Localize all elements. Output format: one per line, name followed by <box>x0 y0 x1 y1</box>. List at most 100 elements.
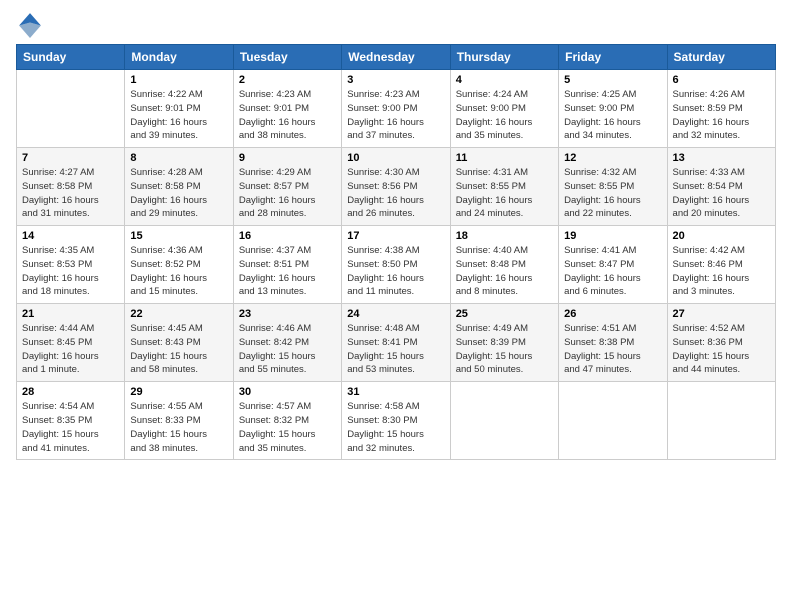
day-info: Sunrise: 4:35 AMSunset: 8:53 PMDaylight:… <box>22 244 119 299</box>
day-number: 2 <box>239 74 336 86</box>
day-cell-w3-d7: 20 Sunrise: 4:42 AMSunset: 8:46 PMDayligh… <box>667 226 775 304</box>
day-number: 10 <box>347 152 444 164</box>
day-cell-w2-d7: 13 Sunrise: 4:33 AMSunset: 8:54 PMDayligh… <box>667 148 775 226</box>
day-cell-w5-d7 <box>667 382 775 460</box>
col-tuesday: Tuesday <box>233 45 341 70</box>
day-cell-w1-d2: 1Sunrise: 4:22 AMSunset: 9:01 PMDaylight… <box>125 70 233 148</box>
day-cell-w1-d5: 4 Sunrise: 4:24 AMSunset: 9:00 PMDaylight… <box>450 70 558 148</box>
day-info: Sunrise: 4:36 AMSunset: 8:52 PMDaylight:… <box>130 244 227 299</box>
week-row-5: 28Sunrise: 4:54 AMSunset: 8:35 PMDayligh… <box>17 382 776 460</box>
day-cell-w3-d1: 14 Sunrise: 4:35 AMSunset: 8:53 PMDayligh… <box>17 226 125 304</box>
day-cell-w2-d5: 11 Sunrise: 4:31 AMSunset: 8:55 PMDayligh… <box>450 148 558 226</box>
day-number: 22 <box>130 308 227 320</box>
day-info: Sunrise: 4:41 AMSunset: 8:47 PMDaylight:… <box>564 244 661 299</box>
day-number: 8 <box>130 152 227 164</box>
day-cell-w5-d6 <box>559 382 667 460</box>
day-info: Sunrise: 4:40 AMSunset: 8:48 PMDaylight:… <box>456 244 553 299</box>
day-cell-w2-d4: 10 Sunrise: 4:30 AMSunset: 8:56 PMDayligh… <box>342 148 450 226</box>
day-cell-w2-d6: 12 Sunrise: 4:32 AMSunset: 8:55 PMDayligh… <box>559 148 667 226</box>
day-cell-w5-d4: 31Sunrise: 4:58 AMSunset: 8:30 PMDayligh… <box>342 382 450 460</box>
day-info: Sunrise: 4:46 AMSunset: 8:42 PMDaylight:… <box>239 322 336 377</box>
day-info: Sunrise: 4:27 AMSunset: 8:58 PMDaylight:… <box>22 166 119 221</box>
day-cell-w3-d4: 17 Sunrise: 4:38 AMSunset: 8:50 PMDayligh… <box>342 226 450 304</box>
day-number: 11 <box>456 152 553 164</box>
day-cell-w5-d1: 28Sunrise: 4:54 AMSunset: 8:35 PMDayligh… <box>17 382 125 460</box>
header <box>16 10 776 38</box>
day-cell-w1-d6: 5 Sunrise: 4:25 AMSunset: 9:00 PMDaylight… <box>559 70 667 148</box>
day-number: 30 <box>239 386 336 398</box>
day-info: Sunrise: 4:42 AMSunset: 8:46 PMDaylight:… <box>673 244 770 299</box>
col-sunday: Sunday <box>17 45 125 70</box>
day-number: 20 <box>673 230 770 242</box>
logo <box>16 10 48 38</box>
day-info: Sunrise: 4:24 AMSunset: 9:00 PMDaylight:… <box>456 88 553 143</box>
day-number: 31 <box>347 386 444 398</box>
day-info: Sunrise: 4:29 AMSunset: 8:57 PMDaylight:… <box>239 166 336 221</box>
day-info: Sunrise: 4:57 AMSunset: 8:32 PMDaylight:… <box>239 400 336 455</box>
day-number: 3 <box>347 74 444 86</box>
calendar-header-row: Sunday Monday Tuesday Wednesday Thursday… <box>17 45 776 70</box>
calendar-table: Sunday Monday Tuesday Wednesday Thursday… <box>16 44 776 460</box>
day-info: Sunrise: 4:52 AMSunset: 8:36 PMDaylight:… <box>673 322 770 377</box>
page: Sunday Monday Tuesday Wednesday Thursday… <box>0 0 792 612</box>
week-row-3: 14 Sunrise: 4:35 AMSunset: 8:53 PMDayligh… <box>17 226 776 304</box>
day-info: Sunrise: 4:38 AMSunset: 8:50 PMDaylight:… <box>347 244 444 299</box>
day-info: Sunrise: 4:55 AMSunset: 8:33 PMDaylight:… <box>130 400 227 455</box>
col-thursday: Thursday <box>450 45 558 70</box>
day-number: 12 <box>564 152 661 164</box>
day-cell-w4-d3: 23 Sunrise: 4:46 AMSunset: 8:42 PMDayligh… <box>233 304 341 382</box>
col-wednesday: Wednesday <box>342 45 450 70</box>
day-info: Sunrise: 4:49 AMSunset: 8:39 PMDaylight:… <box>456 322 553 377</box>
day-info: Sunrise: 4:25 AMSunset: 9:00 PMDaylight:… <box>564 88 661 143</box>
day-cell-w1-d1 <box>17 70 125 148</box>
day-number: 13 <box>673 152 770 164</box>
week-row-1: 1Sunrise: 4:22 AMSunset: 9:01 PMDaylight… <box>17 70 776 148</box>
day-cell-w3-d6: 19Sunrise: 4:41 AMSunset: 8:47 PMDayligh… <box>559 226 667 304</box>
day-number: 29 <box>130 386 227 398</box>
day-number: 24 <box>347 308 444 320</box>
day-number: 7 <box>22 152 119 164</box>
day-number: 28 <box>22 386 119 398</box>
day-number: 18 <box>456 230 553 242</box>
day-number: 5 <box>564 74 661 86</box>
day-cell-w1-d3: 2 Sunrise: 4:23 AMSunset: 9:01 PMDaylight… <box>233 70 341 148</box>
day-number: 1 <box>130 74 227 86</box>
day-number: 26 <box>564 308 661 320</box>
day-cell-w4-d4: 24 Sunrise: 4:48 AMSunset: 8:41 PMDayligh… <box>342 304 450 382</box>
day-info: Sunrise: 4:33 AMSunset: 8:54 PMDaylight:… <box>673 166 770 221</box>
day-cell-w3-d2: 15Sunrise: 4:36 AMSunset: 8:52 PMDayligh… <box>125 226 233 304</box>
logo-icon <box>16 10 44 38</box>
day-cell-w4-d7: 27 Sunrise: 4:52 AMSunset: 8:36 PMDayligh… <box>667 304 775 382</box>
day-info: Sunrise: 4:30 AMSunset: 8:56 PMDaylight:… <box>347 166 444 221</box>
day-number: 17 <box>347 230 444 242</box>
day-info: Sunrise: 4:32 AMSunset: 8:55 PMDaylight:… <box>564 166 661 221</box>
day-number: 25 <box>456 308 553 320</box>
day-info: Sunrise: 4:26 AMSunset: 8:59 PMDaylight:… <box>673 88 770 143</box>
day-info: Sunrise: 4:51 AMSunset: 8:38 PMDaylight:… <box>564 322 661 377</box>
day-info: Sunrise: 4:23 AMSunset: 9:01 PMDaylight:… <box>239 88 336 143</box>
day-cell-w2-d2: 8 Sunrise: 4:28 AMSunset: 8:58 PMDaylight… <box>125 148 233 226</box>
day-info: Sunrise: 4:23 AMSunset: 9:00 PMDaylight:… <box>347 88 444 143</box>
day-cell-w1-d7: 6 Sunrise: 4:26 AMSunset: 8:59 PMDaylight… <box>667 70 775 148</box>
day-info: Sunrise: 4:45 AMSunset: 8:43 PMDaylight:… <box>130 322 227 377</box>
day-cell-w5-d3: 30 Sunrise: 4:57 AMSunset: 8:32 PMDayligh… <box>233 382 341 460</box>
day-number: 4 <box>456 74 553 86</box>
day-number: 21 <box>22 308 119 320</box>
day-cell-w4-d2: 22 Sunrise: 4:45 AMSunset: 8:43 PMDayligh… <box>125 304 233 382</box>
day-number: 6 <box>673 74 770 86</box>
day-cell-w1-d4: 3 Sunrise: 4:23 AMSunset: 9:00 PMDaylight… <box>342 70 450 148</box>
day-number: 14 <box>22 230 119 242</box>
col-friday: Friday <box>559 45 667 70</box>
day-number: 27 <box>673 308 770 320</box>
day-info: Sunrise: 4:28 AMSunset: 8:58 PMDaylight:… <box>130 166 227 221</box>
day-cell-w2-d1: 7 Sunrise: 4:27 AMSunset: 8:58 PMDaylight… <box>17 148 125 226</box>
week-row-2: 7 Sunrise: 4:27 AMSunset: 8:58 PMDaylight… <box>17 148 776 226</box>
day-number: 23 <box>239 308 336 320</box>
day-info: Sunrise: 4:31 AMSunset: 8:55 PMDaylight:… <box>456 166 553 221</box>
day-cell-w5-d5 <box>450 382 558 460</box>
day-cell-w4-d1: 21Sunrise: 4:44 AMSunset: 8:45 PMDayligh… <box>17 304 125 382</box>
day-number: 16 <box>239 230 336 242</box>
day-info: Sunrise: 4:48 AMSunset: 8:41 PMDaylight:… <box>347 322 444 377</box>
col-saturday: Saturday <box>667 45 775 70</box>
day-cell-w3-d5: 18 Sunrise: 4:40 AMSunset: 8:48 PMDayligh… <box>450 226 558 304</box>
